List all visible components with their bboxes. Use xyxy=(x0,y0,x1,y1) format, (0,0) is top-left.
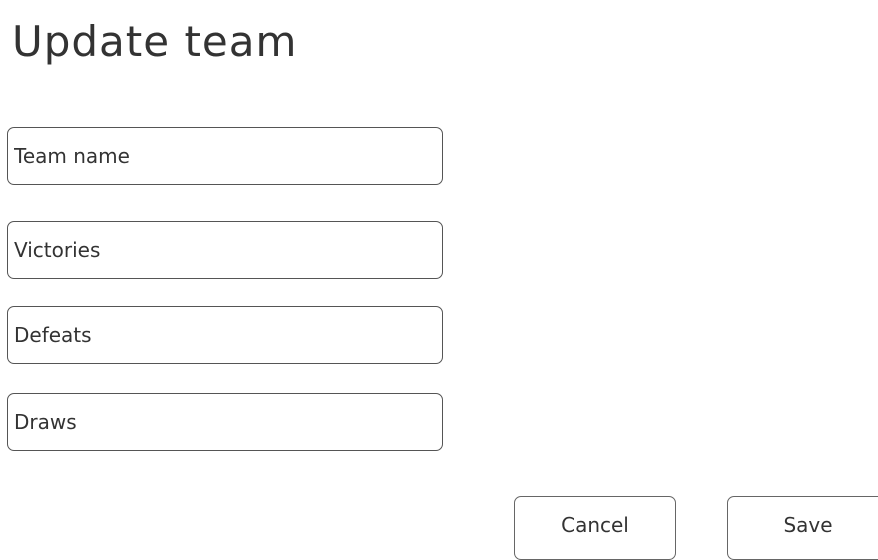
save-button[interactable]: Save xyxy=(727,496,878,560)
team-name-input[interactable] xyxy=(8,128,442,184)
victories-input[interactable] xyxy=(8,222,442,278)
defeats-field[interactable] xyxy=(7,306,443,364)
draws-field[interactable] xyxy=(7,393,443,451)
team-name-field[interactable] xyxy=(7,127,443,185)
cancel-button-label: Cancel xyxy=(561,513,629,537)
cancel-button[interactable]: Cancel xyxy=(514,496,676,560)
victories-field[interactable] xyxy=(7,221,443,279)
page-title: Update team xyxy=(12,17,298,66)
defeats-input[interactable] xyxy=(8,307,442,363)
draws-input[interactable] xyxy=(8,394,442,450)
save-button-label: Save xyxy=(783,513,833,537)
